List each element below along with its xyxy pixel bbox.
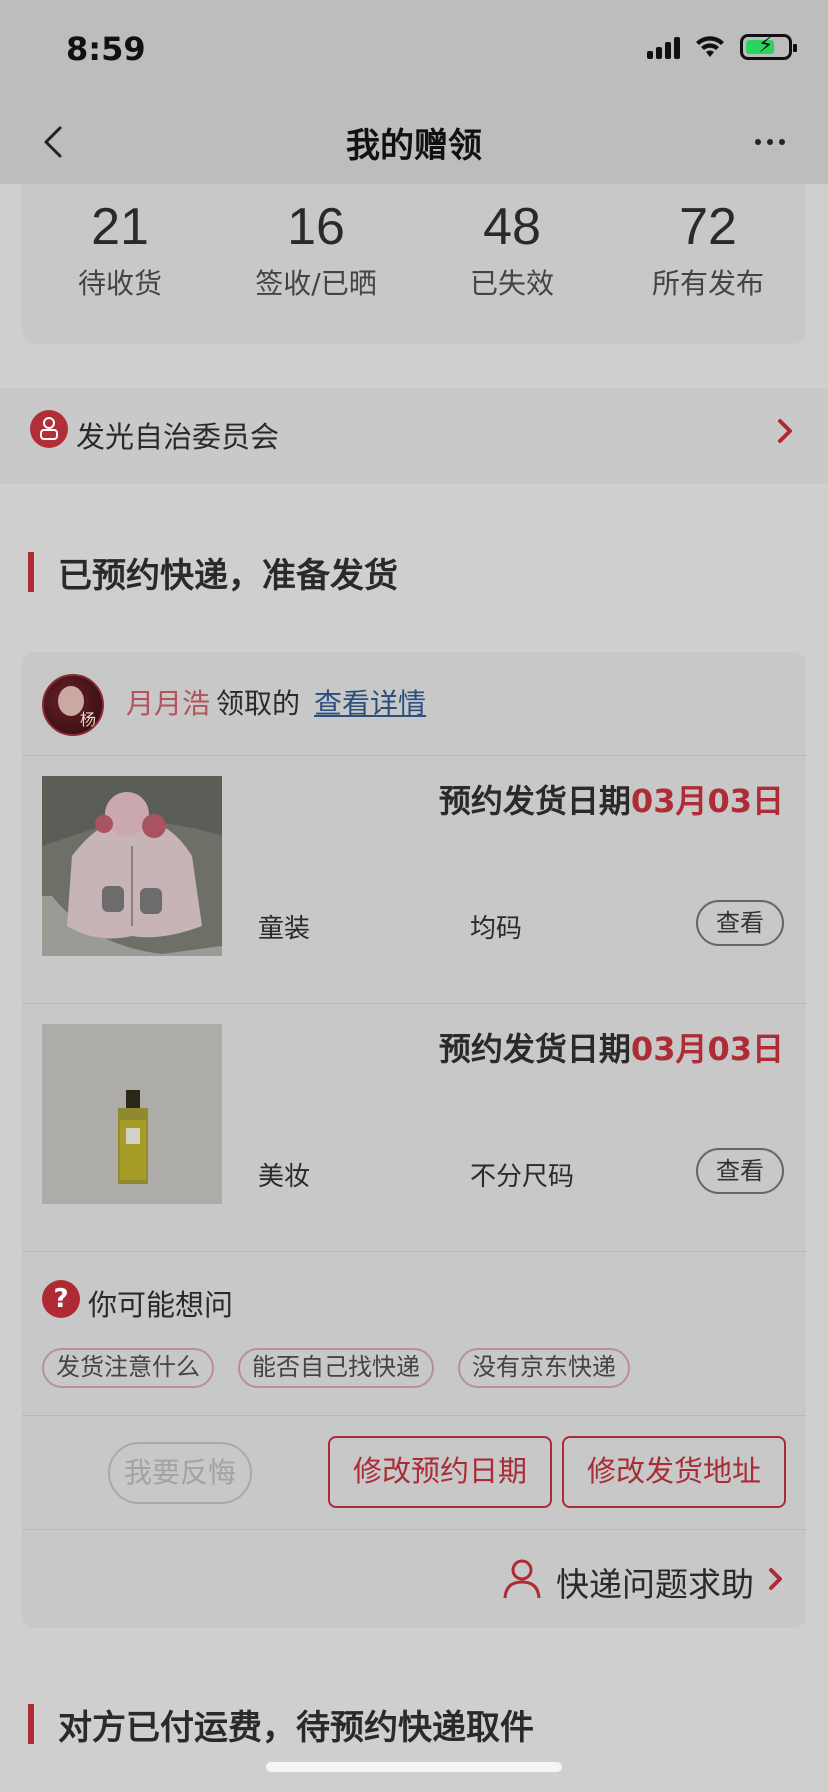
list-item: 预约发货日期03月03日 美妆 不分尺码 查看 xyxy=(22,1004,806,1252)
status-icons: ⚡ xyxy=(647,33,797,60)
receiver-action: 领取的 xyxy=(216,687,301,720)
receiver-row: 杨 月月浩 领取的 查看详情 xyxy=(22,652,806,756)
stats-card: 21 待收货 16 签收/已晒 48 已失效 72 所有发布 xyxy=(22,184,806,344)
chevron-right-icon xyxy=(778,419,792,443)
ship-date-value: 03月03日 xyxy=(630,1030,784,1068)
item-thumbnail-jacket[interactable] xyxy=(42,776,222,956)
stat-value: 48 xyxy=(483,198,541,256)
section-header-paid: 对方已付运费，待预约快递取件 xyxy=(28,1700,808,1748)
faq-section: ? 你可能想问 发货注意什么 能否自己找快递 没有京东快递 xyxy=(22,1252,806,1416)
committee-row[interactable]: 发光自治委员会 xyxy=(0,388,828,484)
faq-tags: 发货注意什么 能否自己找快递 没有京东快递 xyxy=(42,1348,630,1388)
modify-address-button[interactable]: 修改发货地址 xyxy=(562,1436,786,1508)
faq-title: 你可能想问 xyxy=(88,1288,234,1322)
item-category: 童装 xyxy=(258,914,311,944)
page-title: 我的赠领 xyxy=(346,126,482,166)
committee-icon xyxy=(30,410,68,448)
shipping-help-row[interactable]: 快递问题求助 xyxy=(22,1530,806,1628)
section-accent-bar xyxy=(28,552,34,592)
faq-tag[interactable]: 能否自己找快递 xyxy=(238,1348,434,1388)
shipping-help-label: 快递问题求助 xyxy=(556,1565,754,1604)
item-thumbnail-perfume[interactable] xyxy=(42,1024,222,1204)
nav-bar: 我的赠领 xyxy=(0,100,828,184)
receiver-name[interactable]: 月月浩 xyxy=(126,682,210,722)
more-icon[interactable] xyxy=(742,114,798,170)
stat-label: 签收/已晒 xyxy=(255,267,377,300)
user-icon xyxy=(503,1559,541,1599)
faq-tag[interactable]: 发货注意什么 xyxy=(42,1348,214,1388)
chevron-right-icon xyxy=(769,1568,782,1590)
ship-date-value: 03月03日 xyxy=(630,782,784,820)
stat-pending-receipt[interactable]: 21 待收货 xyxy=(22,194,218,302)
question-icon: ? xyxy=(42,1280,80,1318)
item-category: 美妆 xyxy=(258,1162,311,1192)
status-bar: 8:59 ⚡ xyxy=(0,0,828,100)
signal-icon xyxy=(647,35,680,59)
section-header-booked: 已预约快递，准备发货 xyxy=(28,548,808,596)
stat-label: 已失效 xyxy=(469,267,554,300)
wifi-icon xyxy=(696,36,724,57)
item-size: 均码 xyxy=(470,914,523,944)
ship-date-label: 预约发货日期 xyxy=(438,782,631,820)
stat-all-published[interactable]: 72 所有发布 xyxy=(610,194,806,302)
ship-date: 预约发货日期03月03日 xyxy=(439,1024,784,1070)
stat-expired[interactable]: 48 已失效 xyxy=(414,194,610,302)
item-size: 不分尺码 xyxy=(470,1162,575,1192)
committee-label: 发光自治委员会 xyxy=(76,420,280,454)
section-accent-bar xyxy=(28,1704,34,1744)
section-title: 已预约快递，准备发货 xyxy=(58,556,398,596)
stat-value: 21 xyxy=(91,198,149,256)
modify-date-button[interactable]: 修改预约日期 xyxy=(328,1436,552,1508)
section-title: 对方已付运费，待预约快递取件 xyxy=(58,1708,534,1748)
stat-label: 待收货 xyxy=(77,267,162,300)
order-card: 杨 月月浩 领取的 查看详情 预约发货日期03月03日 童装 均码 查看 预约发… xyxy=(22,652,806,1628)
view-item-button[interactable]: 查看 xyxy=(696,900,784,946)
view-item-button[interactable]: 查看 xyxy=(696,1148,784,1194)
stat-value: 72 xyxy=(679,198,737,256)
status-time: 8:59 xyxy=(66,30,146,68)
stat-value: 16 xyxy=(287,198,345,256)
regret-button[interactable]: 我要反悔 xyxy=(108,1442,252,1504)
faq-tag[interactable]: 没有京东快递 xyxy=(458,1348,630,1388)
ship-date-label: 预约发货日期 xyxy=(438,1030,631,1068)
list-item: 预约发货日期03月03日 童装 均码 查看 xyxy=(22,756,806,1004)
stat-label: 所有发布 xyxy=(651,267,764,300)
order-actions: 我要反悔 修改预约日期 修改发货地址 xyxy=(22,1416,806,1530)
page: 8:59 ⚡ 我的赠领 21 待收货 16 签收/已晒 48 已失效 72 所有… xyxy=(0,0,828,1792)
avatar[interactable]: 杨 xyxy=(42,674,104,736)
home-indicator xyxy=(266,1762,562,1772)
battery-icon: ⚡ xyxy=(740,33,797,60)
stat-signed[interactable]: 16 签收/已晒 xyxy=(218,194,414,302)
ship-date: 预约发货日期03月03日 xyxy=(439,776,784,822)
view-details-link[interactable]: 查看详情 xyxy=(314,682,426,722)
